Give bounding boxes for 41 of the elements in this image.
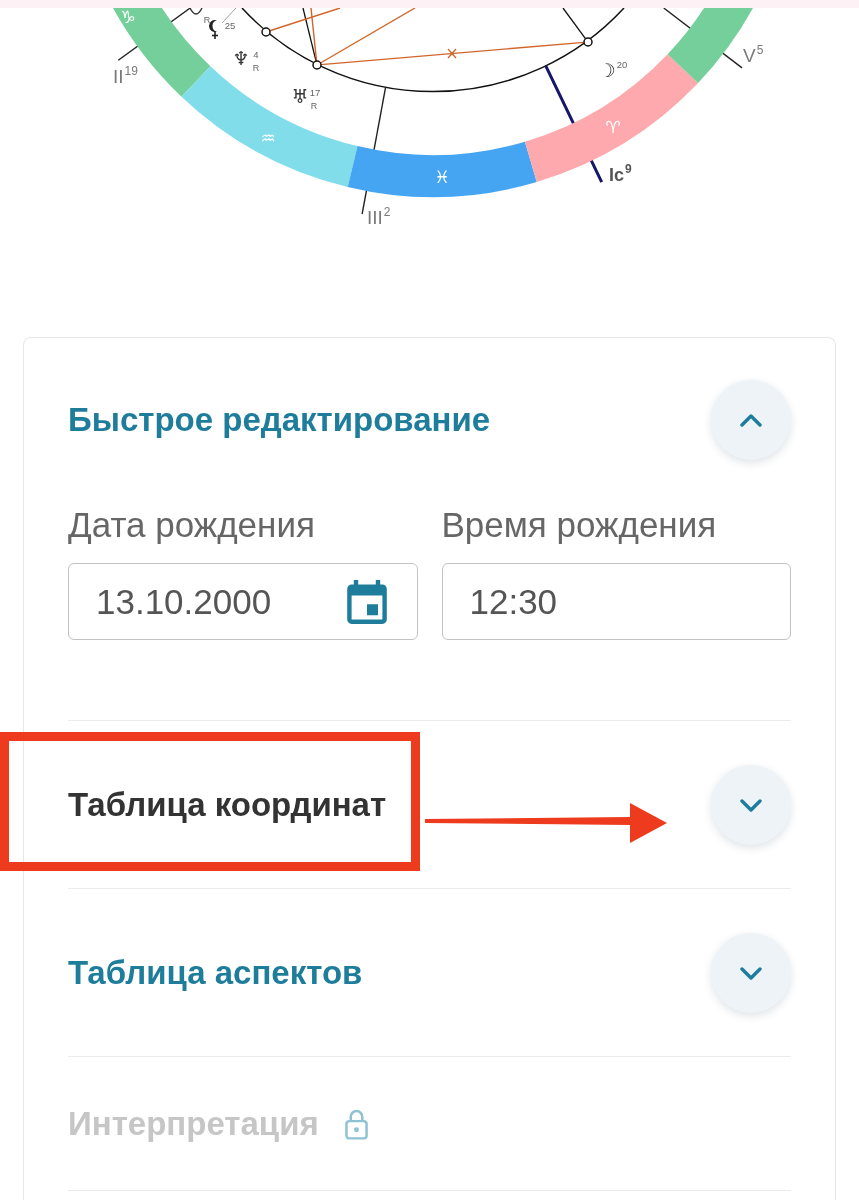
zodiac-sign: ♓: [434, 167, 450, 187]
zodiac-sign: ♈: [605, 117, 621, 137]
chevron-down-icon: [740, 798, 762, 812]
calendar-icon[interactable]: [346, 579, 387, 624]
retrograde-mark: R: [203, 15, 211, 25]
planet-degree: 4: [253, 48, 259, 60]
chevron-up-icon: [740, 413, 762, 427]
zodiac-sign: ♒: [260, 128, 276, 148]
section-title: Быстрое редактирование: [68, 400, 491, 440]
expand-button[interactable]: [711, 765, 791, 845]
date-field[interactable]: 13.10.2000: [68, 563, 418, 640]
collapse-button[interactable]: [711, 380, 791, 460]
field-label: Время рождения: [441, 505, 717, 545]
chevron-down-icon: [740, 966, 762, 980]
chart-line: [562, 8, 587, 40]
field-label: Дата рождения: [68, 505, 315, 545]
planet-glyph: ☽: [598, 59, 616, 81]
house-label: III$^{2}$: [367, 205, 391, 228]
section-title: Интерпретация: [68, 1104, 319, 1144]
house-label: V$^{5}$: [743, 43, 764, 66]
planet-glyph: ♆: [232, 47, 250, 69]
arc-icon: [189, 8, 203, 15]
planet-degree: 25: [224, 19, 236, 31]
chart-line: [302, 8, 317, 62]
point-marker: [261, 27, 271, 37]
aspect-x-icon: [447, 48, 457, 59]
house-label: II$^{19}$: [113, 64, 138, 87]
time-field[interactable]: 12:30: [441, 563, 791, 640]
retrograde-mark: R: [252, 63, 260, 73]
planet-degree: 17: [309, 86, 321, 98]
point-marker: [583, 37, 593, 47]
retrograde-mark: R: [310, 101, 318, 111]
point-marker: [312, 60, 322, 70]
crescent-cross-icon: [209, 20, 219, 40]
zodiac-sign: ♑: [120, 8, 136, 27]
section-title: Таблица координат: [68, 785, 387, 825]
expand-button[interactable]: [711, 933, 791, 1013]
house-label: Ic$^{9}$: [609, 162, 632, 185]
section-title: Таблица аспектов: [68, 953, 363, 993]
planet-degree: 20: [616, 58, 628, 70]
planet-glyph: ♅: [291, 85, 309, 107]
